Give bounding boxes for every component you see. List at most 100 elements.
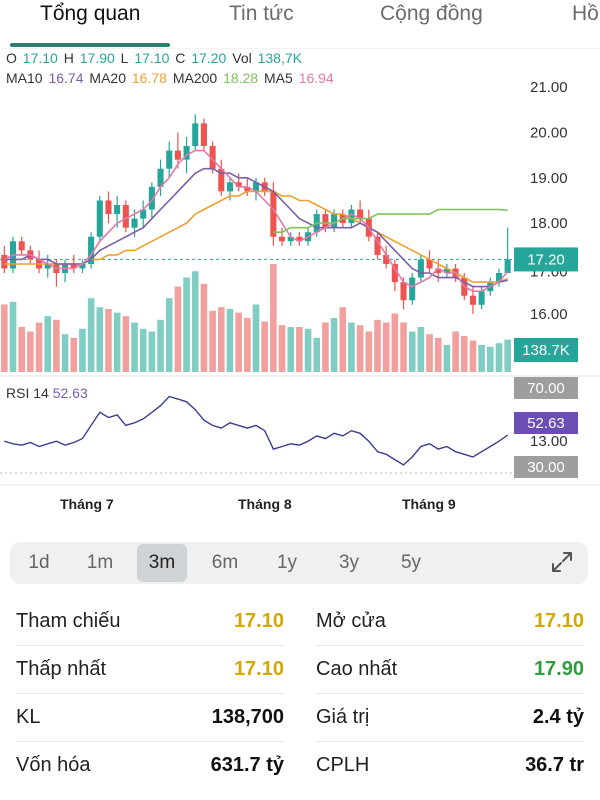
ohlc-legend: O 17.10 H 17.90 L 17.10 C 17.20 Vol 138,…	[6, 50, 304, 66]
divider	[16, 693, 284, 694]
ma200-label: MA200	[172, 70, 218, 86]
volume-bar	[200, 283, 208, 372]
stat-label: Vốn hóa	[16, 754, 91, 776]
divider	[316, 645, 584, 646]
candle-body	[122, 205, 129, 228]
stat-label: Mở cửa	[316, 610, 386, 632]
volume-bar	[296, 327, 303, 372]
range-3y[interactable]: 3y	[324, 542, 374, 584]
volume-bar	[105, 309, 112, 372]
candle-body	[174, 150, 181, 160]
volume-bar	[426, 334, 433, 372]
volume-bar	[44, 316, 52, 372]
open-value: 17.10	[22, 50, 58, 66]
price-axis-label: 18.00	[530, 215, 568, 232]
volume-bar	[261, 321, 268, 372]
range-1d[interactable]: 1d	[14, 542, 64, 584]
rsi-label: RSI 14	[6, 385, 49, 401]
expand-icon[interactable]	[550, 550, 574, 574]
range-1m[interactable]: 1m	[74, 542, 126, 584]
rsi-upper-tag: 70.00	[527, 380, 565, 397]
candle-body	[417, 259, 424, 278]
ma5-label: MA5	[264, 70, 293, 86]
close-value: 17.20	[191, 50, 227, 66]
tab-community[interactable]: Cộng đồng	[380, 2, 483, 26]
tab-news[interactable]: Tin tức	[229, 2, 294, 26]
stat-value: 36.7 tr	[525, 754, 584, 776]
stat-value: 17.10	[533, 610, 584, 632]
volume-bar	[330, 318, 338, 372]
volume-bar	[9, 301, 17, 372]
low-label: L	[120, 50, 129, 66]
candle-body	[409, 277, 416, 301]
volume-bar	[183, 277, 190, 372]
volume-bar	[469, 340, 477, 372]
volume-value: 138,7K	[257, 50, 302, 66]
volume-label: Vol	[232, 50, 252, 66]
rsi-value: 52.63	[52, 385, 88, 401]
volume-bar	[226, 309, 234, 372]
volume-bar	[61, 334, 69, 372]
volume-bar	[382, 322, 390, 372]
volume-bar	[209, 310, 216, 372]
volume-bar	[287, 327, 295, 372]
ma10-label: MA10	[6, 70, 43, 86]
tab-partial[interactable]: Hồ	[572, 2, 599, 26]
rsi-current-tag: 52.63	[527, 415, 565, 432]
volume-bar	[1, 304, 8, 372]
price-axis-label: 19.00	[530, 170, 568, 187]
volume-bar	[487, 346, 494, 372]
range-1y[interactable]: 1y	[262, 542, 312, 584]
stat-low: Thấp nhất 17.10	[16, 648, 284, 694]
current-price-tag: 17.20	[527, 251, 565, 268]
stock-chart[interactable]: 21.0020.0019.0018.0016.0017.0014.0013.00…	[0, 48, 600, 528]
ma5-value: 16.94	[298, 70, 334, 86]
range-selector: 1d 1m 3m 6m 1y 3y 5y	[10, 542, 588, 584]
stat-label: KL	[16, 706, 41, 728]
candle-body	[278, 236, 286, 242]
range-3m[interactable]: 3m	[137, 544, 187, 582]
high-value: 17.90	[79, 50, 115, 66]
candle-body	[18, 241, 25, 251]
candle-body	[331, 214, 338, 228]
rsi-legend: RSI 14 52.63	[6, 385, 88, 401]
stat-reference: Tham chiếu 17.10	[16, 600, 284, 646]
candle-body	[504, 259, 511, 274]
stat-value: 138,700	[211, 706, 284, 728]
volume-bar	[304, 328, 312, 372]
volume-bar	[174, 286, 182, 372]
candle-body	[478, 291, 485, 305]
volume-bar	[400, 322, 407, 372]
volume-bar	[417, 327, 425, 372]
divider	[16, 645, 284, 646]
month-label-sep: Tháng 9	[402, 496, 456, 512]
stat-value-traded: Giá trị 2.4 tỷ	[316, 696, 584, 742]
volume-bar	[70, 337, 78, 372]
range-6m[interactable]: 6m	[200, 542, 250, 584]
ma-legend: MA10 16.74 MA20 16.78 MA200 18.28 MA5 16…	[6, 70, 336, 86]
stat-value: 17.10	[233, 610, 284, 632]
stat-high: Cao nhất 17.90	[316, 648, 584, 694]
candle-body	[469, 295, 476, 305]
volume-bar	[313, 337, 321, 372]
rsi-axis-label: 13.00	[530, 433, 568, 450]
divider	[316, 741, 584, 742]
divider	[316, 693, 584, 694]
ma10-value: 16.74	[48, 70, 84, 86]
range-5y[interactable]: 5y	[386, 542, 436, 584]
volume-bar	[96, 307, 104, 372]
tab-overview[interactable]: Tổng quan	[40, 2, 140, 26]
volume-bar	[278, 325, 286, 372]
volume-bar	[244, 318, 251, 372]
close-label: C	[175, 50, 186, 66]
volume-bar	[217, 307, 225, 372]
candle-body	[96, 200, 103, 237]
volume-bar	[504, 339, 511, 372]
volume-bar	[322, 322, 329, 372]
volume-bar	[157, 319, 164, 372]
high-label: H	[63, 50, 74, 66]
volume-bar	[27, 331, 34, 372]
volume-bar	[131, 322, 138, 372]
volume-bar	[374, 319, 381, 372]
candle-body	[192, 123, 199, 147]
